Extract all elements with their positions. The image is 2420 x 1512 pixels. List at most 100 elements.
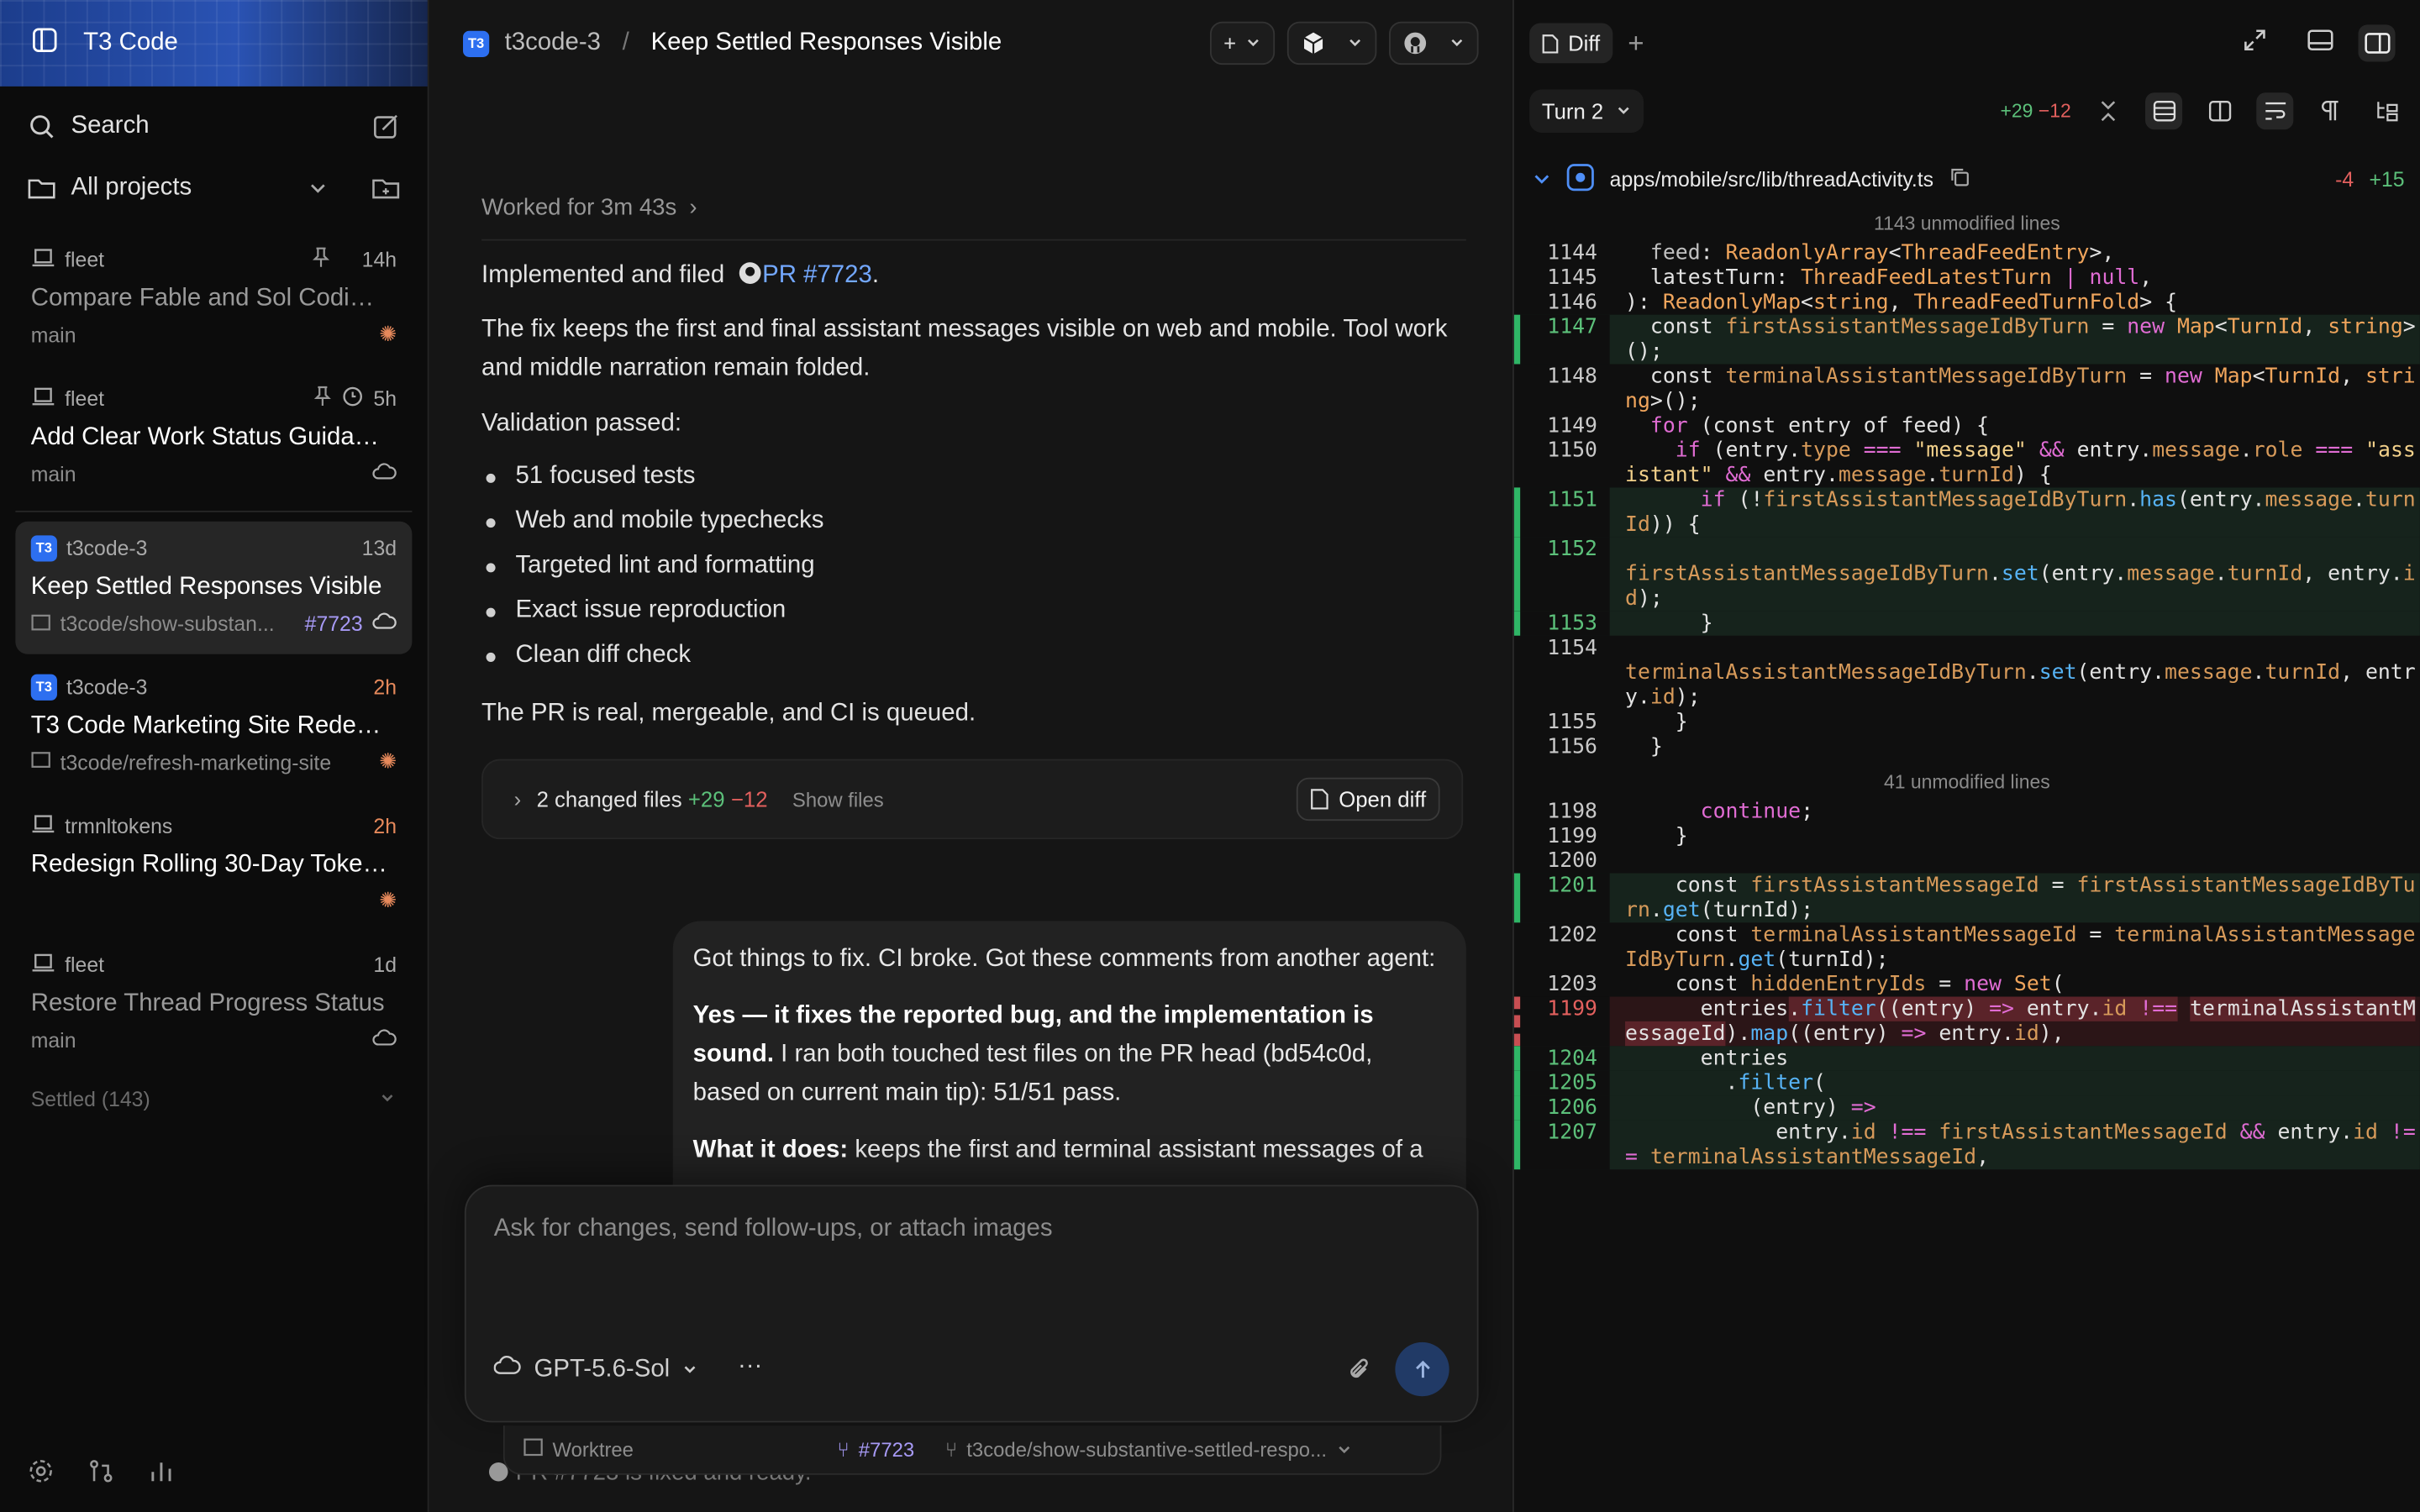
settled-section[interactable]: Settled (143) (0, 1071, 428, 1126)
breadcrumb-project[interactable]: t3code-3 (505, 29, 601, 57)
file-header[interactable]: apps/mobile/src/lib/threadActivity.ts -4… (1514, 151, 2420, 207)
search-row[interactable]: Search (0, 96, 428, 157)
settings-icon[interactable] (28, 1458, 54, 1491)
whitespace-icon[interactable] (2312, 92, 2349, 129)
code-line: 1146): ReadonlyMap<string, ThreadFeedTur… (1547, 290, 2178, 315)
worktree-bar: Worktree ⑂ #7723 ⑂ t3code/show-substanti… (502, 1425, 1442, 1475)
thread-time: 2h (373, 813, 397, 837)
list-item: Web and mobile typechecks (481, 501, 823, 546)
projects-label: All projects (71, 174, 192, 201)
chevron-down-icon (684, 1365, 696, 1373)
file-diff-icon (1542, 34, 1559, 53)
worktree-label[interactable]: Worktree (553, 1438, 634, 1462)
copy-icon[interactable] (1949, 166, 1969, 191)
branch-icon (31, 612, 51, 636)
code-line: 1148 const terminalAssistantMessageIdByT… (1547, 364, 2416, 414)
settled-label: Settled (143) (30, 1086, 150, 1110)
turn-selector[interactable]: Turn 2 (1529, 89, 1644, 133)
thread-pr[interactable]: #7723 (305, 612, 363, 636)
expand-icon[interactable] (2243, 28, 2267, 59)
thread-item[interactable]: fleet 5h Add Clear Work Status Guidance … (15, 372, 412, 505)
thread-item[interactable]: trmnltokens 2h Redesign Rolling 30-Day T… (15, 799, 412, 932)
chevron-down-icon (1349, 39, 1361, 47)
projects-selector[interactable]: All projects (0, 157, 428, 218)
brand-header: T3 Code (0, 0, 428, 87)
thread-branch: t3code/show-substan... (60, 612, 275, 636)
turn-label: Turn 2 (1541, 98, 1604, 123)
cube-icon (1303, 32, 1323, 55)
unmodified-lines[interactable]: 41 unmodified lines (1514, 765, 2420, 799)
assistant-summary: Implemented and filed PR #7723. (481, 256, 879, 298)
thread-item[interactable]: T3 t3code-3 2h T3 Code Marketing Site Re… (15, 660, 412, 793)
unmodified-lines[interactable]: 1143 unmodified lines (1514, 207, 2420, 240)
bottom-panel-icon[interactable] (2307, 28, 2333, 59)
changed-files-card[interactable]: › 2 changed files +29 −12 Show files Ope… (481, 759, 1464, 840)
chevron-down-icon (1338, 1445, 1349, 1453)
open-in-button[interactable] (1286, 21, 1377, 66)
chevron-down-icon (1618, 107, 1629, 114)
code-line-added: 1206 (entry) => (1513, 1095, 2420, 1121)
worktree-pr[interactable]: #7723 (859, 1438, 914, 1462)
agent-cloud-icon (493, 1353, 522, 1386)
composer-input[interactable]: Ask for changes, send follow-ups, or att… (494, 1215, 1053, 1243)
attach-icon[interactable] (1347, 1356, 1371, 1389)
thread-branch: t3code/refresh-marketing-site (60, 750, 332, 774)
agent-cloud-icon (372, 1027, 397, 1053)
code-diff: 1143 unmodified lines 1144 feed: Readonl… (1513, 207, 2420, 1170)
collapse-icon[interactable] (2090, 92, 2127, 129)
code-line-removed: 1199 entries.filter((entry) => entry.id … (1513, 996, 2420, 1047)
code-line: 1145 latestTurn: ThreadFeedLatestTurn | … (1547, 265, 2153, 291)
fix-description: The fix keeps the first and final assist… (481, 316, 1448, 381)
send-button[interactable] (1395, 1341, 1449, 1397)
open-diff-button[interactable]: Open diff (1297, 777, 1440, 822)
pr-link[interactable]: PR #7723 (762, 262, 872, 288)
add-tab-icon[interactable]: + (1628, 27, 1644, 60)
thread-item[interactable]: fleet 1d Restore Thread Progress Status … (15, 938, 412, 1071)
list-item: Exact issue reproduction (481, 591, 823, 635)
worked-label: Worked for 3m 43s (481, 194, 677, 221)
new-folder-icon[interactable] (372, 176, 400, 200)
git-compare-icon[interactable] (88, 1458, 114, 1491)
thread-item[interactable]: fleet 14h Compare Fable and Sol Coding .… (15, 233, 412, 365)
composer[interactable]: Ask for changes, send follow-ups, or att… (464, 1184, 1479, 1423)
more-options-button[interactable]: ··· (738, 1353, 762, 1381)
file-tree-icon[interactable] (2367, 92, 2404, 129)
chat-header: T3 t3code-3 / Keep Settled Responses Vis… (429, 0, 1512, 87)
worked-duration[interactable]: Worked for 3m 43s › (481, 188, 697, 227)
divider (15, 510, 413, 512)
thread-project: t3code-3 (66, 536, 148, 559)
add-button[interactable]: + (1209, 21, 1276, 66)
sidebar: T3 Code Search All projects fleet 14h Co… (0, 0, 429, 1512)
chevron-down-icon (1247, 39, 1259, 47)
arrow-up-icon (1415, 1359, 1429, 1378)
github-icon (738, 260, 762, 298)
right-panel-icon[interactable] (2358, 24, 2396, 62)
pin-icon[interactable] (313, 385, 332, 411)
github-button[interactable] (1389, 21, 1479, 66)
unified-view-icon[interactable] (2145, 92, 2183, 130)
code-line: 1200 (1547, 848, 1597, 874)
list-item: 51 focused tests (481, 457, 823, 501)
split-view-icon[interactable] (2201, 92, 2238, 129)
t3-icon: T3 (30, 673, 57, 700)
user-message-text: Got things to fix. CI broke. Got these c… (692, 945, 1436, 973)
thread-project: fleet (65, 386, 105, 410)
what-text: keeps the first and terminal assistant m… (855, 1137, 1423, 1163)
agent-cloud-icon (372, 461, 397, 487)
spark-icon: ✺ (379, 749, 397, 774)
compose-icon[interactable] (372, 113, 400, 140)
sidebar-toggle-icon[interactable] (31, 26, 59, 60)
stats-icon[interactable] (148, 1458, 174, 1491)
pin-icon[interactable] (313, 246, 331, 272)
show-files-button[interactable]: Show files (792, 780, 884, 818)
worktree-branch[interactable]: t3code/show-substantive-settled-respo... (966, 1438, 1327, 1462)
code-line: 1149 for (const entry of feed) { (1547, 413, 1990, 438)
chevron-down-icon (1451, 39, 1463, 47)
model-selector[interactable]: GPT-5.6-Sol (493, 1353, 698, 1386)
thread-list: fleet 14h Compare Fable and Sol Coding .… (0, 233, 428, 1126)
user-detail-text: I ran both touched test files on the PR … (692, 1041, 1373, 1106)
thread-item-active[interactable]: T3 t3code-3 13d Keep Settled Responses V… (15, 521, 413, 654)
tab-diff[interactable]: Diff (1529, 23, 1612, 64)
wrap-lines-icon[interactable] (2256, 92, 2294, 130)
thread-project: fleet (65, 953, 105, 976)
